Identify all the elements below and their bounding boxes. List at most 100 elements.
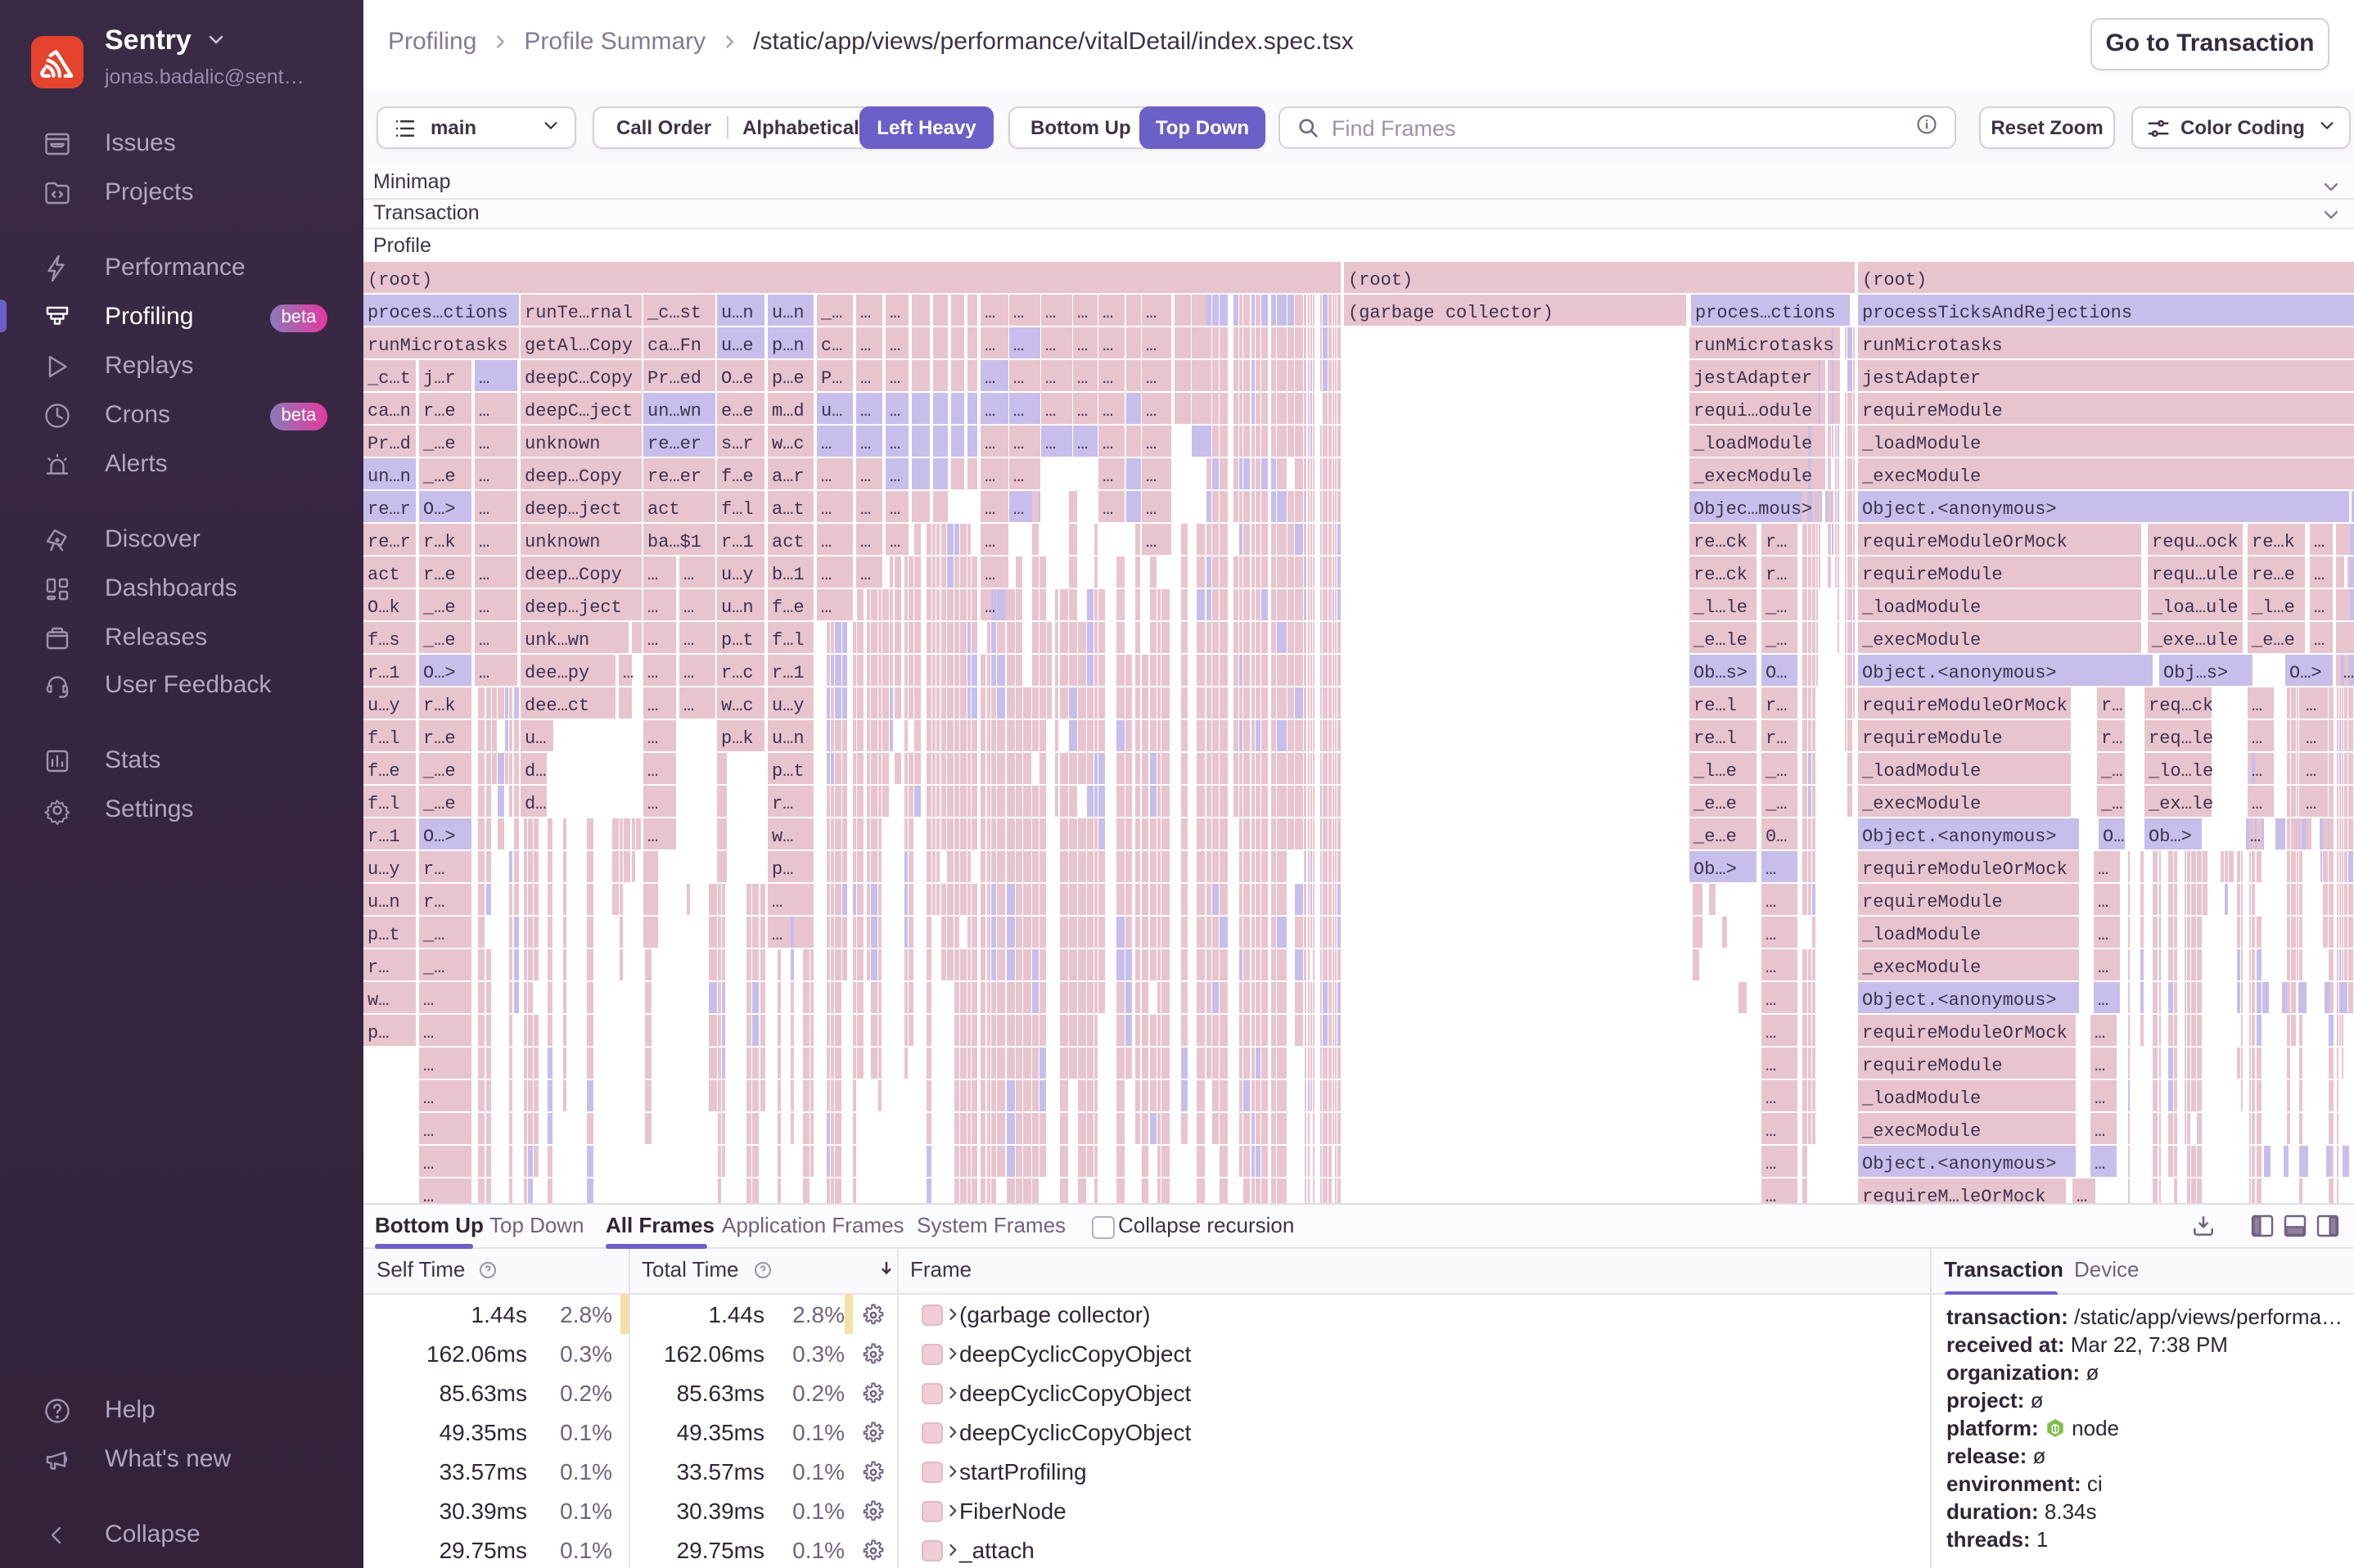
svg-text:…: … [1766, 957, 1776, 978]
svg-text:…: … [985, 336, 995, 356]
svg-text:…: … [890, 434, 900, 454]
svg-text:Object.<anonymous>: Object.<anonymous> [1862, 990, 2057, 1011]
svg-text:r…: r… [772, 794, 793, 814]
svg-text:requireM…leOrMock: requireM…leOrMock [1862, 1187, 2045, 1203]
svg-text:Object.<anonymous>: Object.<anonymous> [1862, 827, 2057, 847]
svg-text:deep…ject: deep…ject [525, 597, 622, 618]
svg-text:_…e: _…e [422, 597, 456, 618]
svg-text:…: … [1045, 401, 1056, 421]
svg-text:deep…ject: deep…ject [525, 499, 622, 520]
svg-text:p…t: p…t [772, 761, 805, 782]
svg-text:…: … [772, 892, 782, 912]
svg-text:O…: O… [2103, 827, 2124, 847]
svg-text:getAl…Copy: getAl…Copy [525, 336, 633, 356]
svg-text:…: … [890, 336, 900, 356]
svg-text:…: … [985, 597, 995, 618]
svg-text:deep…Copy: deep…Copy [525, 565, 622, 585]
svg-text:…: … [479, 630, 489, 651]
svg-text:…: … [1766, 990, 1776, 1011]
svg-text:…: … [985, 303, 995, 323]
svg-text:…: … [860, 466, 871, 487]
svg-text:O…>: O…> [2289, 663, 2322, 683]
svg-text:requi…odule: requi…odule [1693, 401, 1812, 421]
svg-text:(root): (root) [368, 270, 432, 291]
svg-text:…: … [1766, 892, 1776, 912]
svg-text:…: … [2306, 696, 2316, 716]
svg-text:r…: r… [1766, 728, 1787, 749]
svg-text:_…: _… [422, 957, 444, 978]
svg-text:re…ck: re…ck [1693, 532, 1747, 552]
svg-text:O…>: O…> [423, 827, 456, 847]
svg-text:…: … [985, 466, 995, 487]
svg-text:jestAdapter: jestAdapter [1693, 368, 1812, 389]
svg-text:…: … [860, 532, 871, 552]
svg-text:…: … [1077, 336, 1088, 356]
svg-text:…: … [1077, 434, 1088, 454]
svg-text:requireModule: requireModule [1862, 565, 2003, 585]
svg-text:…: … [821, 434, 832, 454]
svg-text:_…: _… [2100, 794, 2122, 814]
svg-text:…: … [1103, 401, 1113, 421]
svg-text:…: … [683, 630, 694, 651]
svg-text:_…: _… [2100, 761, 2122, 782]
svg-text:…: … [1077, 303, 1088, 323]
svg-text:c…: c… [821, 336, 842, 356]
svg-text:unknown: unknown [525, 532, 600, 552]
svg-text:…: … [890, 368, 900, 389]
svg-text:…: … [2314, 565, 2325, 585]
svg-text:…: … [479, 434, 489, 454]
svg-text:f…l: f…l [772, 630, 805, 651]
svg-text:requireModuleOrMock: requireModuleOrMock [1862, 696, 2068, 716]
svg-text:r…e: r…e [423, 401, 456, 421]
svg-text:O…k: O…k [368, 597, 400, 618]
svg-text:…: … [647, 827, 658, 847]
svg-text:runMicrotasks: runMicrotasks [1693, 336, 1834, 356]
svg-text:requ…ule: requ…ule [2152, 565, 2239, 585]
svg-text:u…n: u…n [772, 728, 805, 749]
svg-text:…: … [1766, 859, 1776, 880]
svg-text:…: … [2306, 794, 2316, 814]
svg-text:(root): (root) [1862, 270, 1927, 291]
svg-text:requireModule: requireModule [1862, 892, 2003, 912]
svg-text:u…n: u…n [368, 892, 400, 912]
svg-text:_loa…ule: _loa…ule [2151, 597, 2239, 618]
svg-text:_e…e: _e…e [1693, 794, 1737, 814]
svg-text:…: … [1146, 368, 1157, 389]
svg-text:Objec…mous>: Objec…mous> [1693, 499, 1812, 520]
svg-text:…: … [860, 368, 871, 389]
svg-text:requireModuleOrMock: requireModuleOrMock [1862, 1023, 2068, 1043]
svg-text:p…e: p…e [772, 368, 805, 389]
svg-text:…: … [2077, 1187, 2087, 1203]
svg-text:re…r: re…r [368, 499, 411, 520]
svg-text:…: … [2252, 696, 2262, 716]
svg-text:O…>: O…> [423, 499, 456, 520]
svg-text:_execModule: _execModule [1693, 466, 1812, 487]
svg-text:a…r: a…r [772, 466, 805, 487]
svg-text:b…1: b…1 [772, 565, 805, 585]
svg-text:unk…wn: unk…wn [525, 630, 589, 651]
svg-text:f…e: f…e [721, 466, 754, 487]
svg-text:…: … [890, 466, 900, 487]
svg-text:…: … [985, 434, 995, 454]
svg-text:…: … [647, 630, 658, 651]
svg-text:…: … [423, 1154, 434, 1174]
svg-text:…: … [1766, 1154, 1776, 1174]
svg-text:u…e: u…e [721, 336, 754, 356]
svg-text:_loadModule: _loadModule [1861, 1088, 1981, 1109]
svg-text:Ob…s>: Ob…s> [1693, 663, 1747, 683]
svg-text:runMicrotasks: runMicrotasks [368, 336, 508, 356]
svg-text:_execModule: _execModule [1861, 957, 1981, 978]
svg-text:…: … [1146, 499, 1157, 520]
svg-text:re…er: re…er [647, 434, 701, 454]
svg-text:…: … [821, 532, 832, 552]
svg-text:…: … [985, 565, 995, 585]
svg-text:…: … [1766, 925, 1776, 945]
svg-text:req…ck: req…ck [2149, 696, 2213, 716]
svg-text:…: … [1045, 336, 1056, 356]
svg-text:…: … [890, 401, 900, 421]
svg-text:j…r: j…r [423, 368, 456, 389]
svg-text:…: … [683, 597, 694, 618]
svg-text:…: … [479, 597, 489, 618]
svg-text:requireModuleOrMock: requireModuleOrMock [1862, 859, 2068, 880]
svg-text:_…e: _…e [422, 434, 456, 454]
